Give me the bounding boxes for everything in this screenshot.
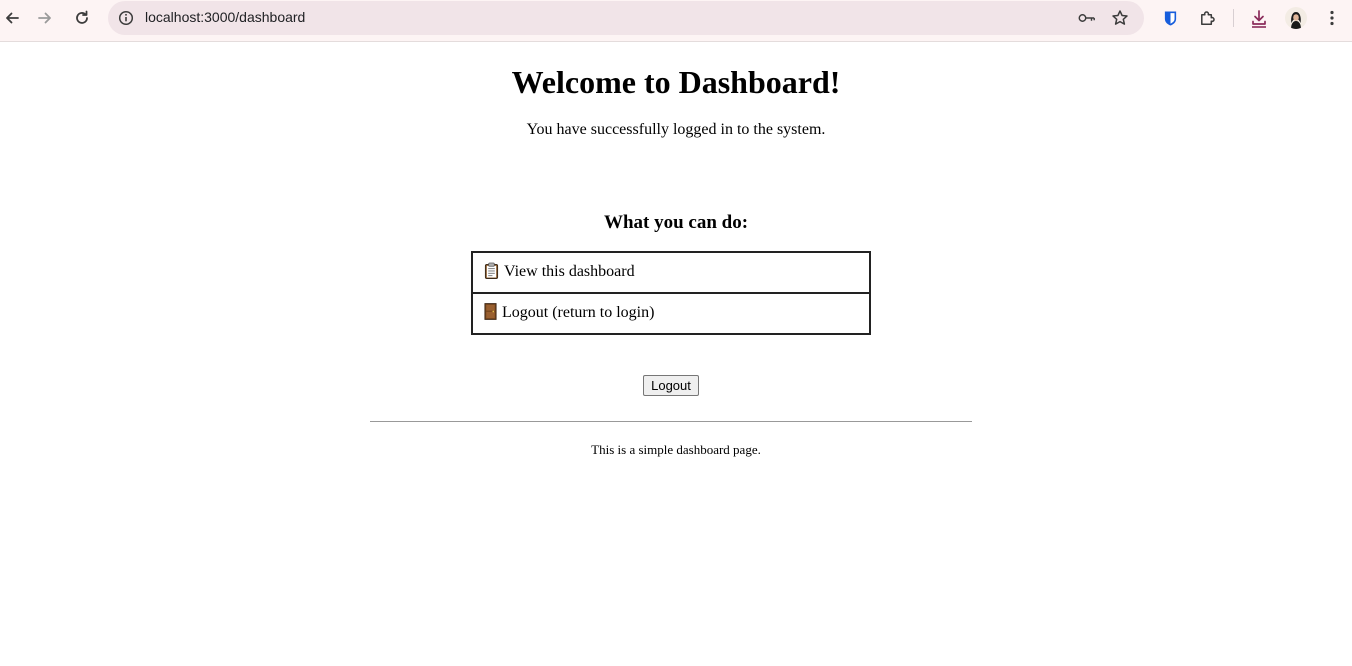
forward-arrow-icon [38,12,51,24]
download-icon[interactable] [1249,8,1269,28]
profile-avatar[interactable] [1285,7,1307,29]
site-info-icon[interactable] [118,10,134,26]
bitwarden-extension-icon[interactable] [1160,8,1180,28]
extensions-puzzle-icon[interactable] [1197,8,1217,28]
action-view-dashboard: View this dashboard [471,251,871,294]
action-label: Logout (return to login) [502,303,655,321]
divider [370,421,972,422]
footer-text: This is a simple dashboard page. [591,442,761,457]
back-button[interactable] [0,6,24,30]
login-success-message: You have successfully logged in to the s… [526,121,826,138]
address-bar[interactable]: localhost:3000/dashboard [108,1,1144,35]
forward-button[interactable] [33,6,57,30]
action-logout: Logout (return to login) [471,292,871,335]
action-label: View this dashboard [504,262,635,280]
list-item: View this dashboard [471,251,871,294]
toolbar-separator [1233,9,1234,27]
list-item: Logout (return to login) [471,292,871,335]
more-menu-icon[interactable] [1322,8,1342,28]
logout-button[interactable]: Logout [643,375,699,396]
actions-list: View this dashboard Logout (return to lo… [471,251,871,335]
page-title: Welcome to Dashboard! [511,64,841,100]
reload-button[interactable] [70,6,94,30]
section-heading: What you can do: [603,212,749,233]
clipboard-icon [484,262,499,284]
url-text[interactable]: localhost:3000/dashboard [145,9,305,25]
bookmark-star-icon[interactable] [1111,9,1129,27]
password-key-icon[interactable] [1078,9,1096,27]
reload-icon [76,10,88,24]
browser-toolbar: localhost:3000/dashboard [0,0,1352,42]
back-arrow-icon [6,12,19,24]
door-icon [484,302,497,325]
